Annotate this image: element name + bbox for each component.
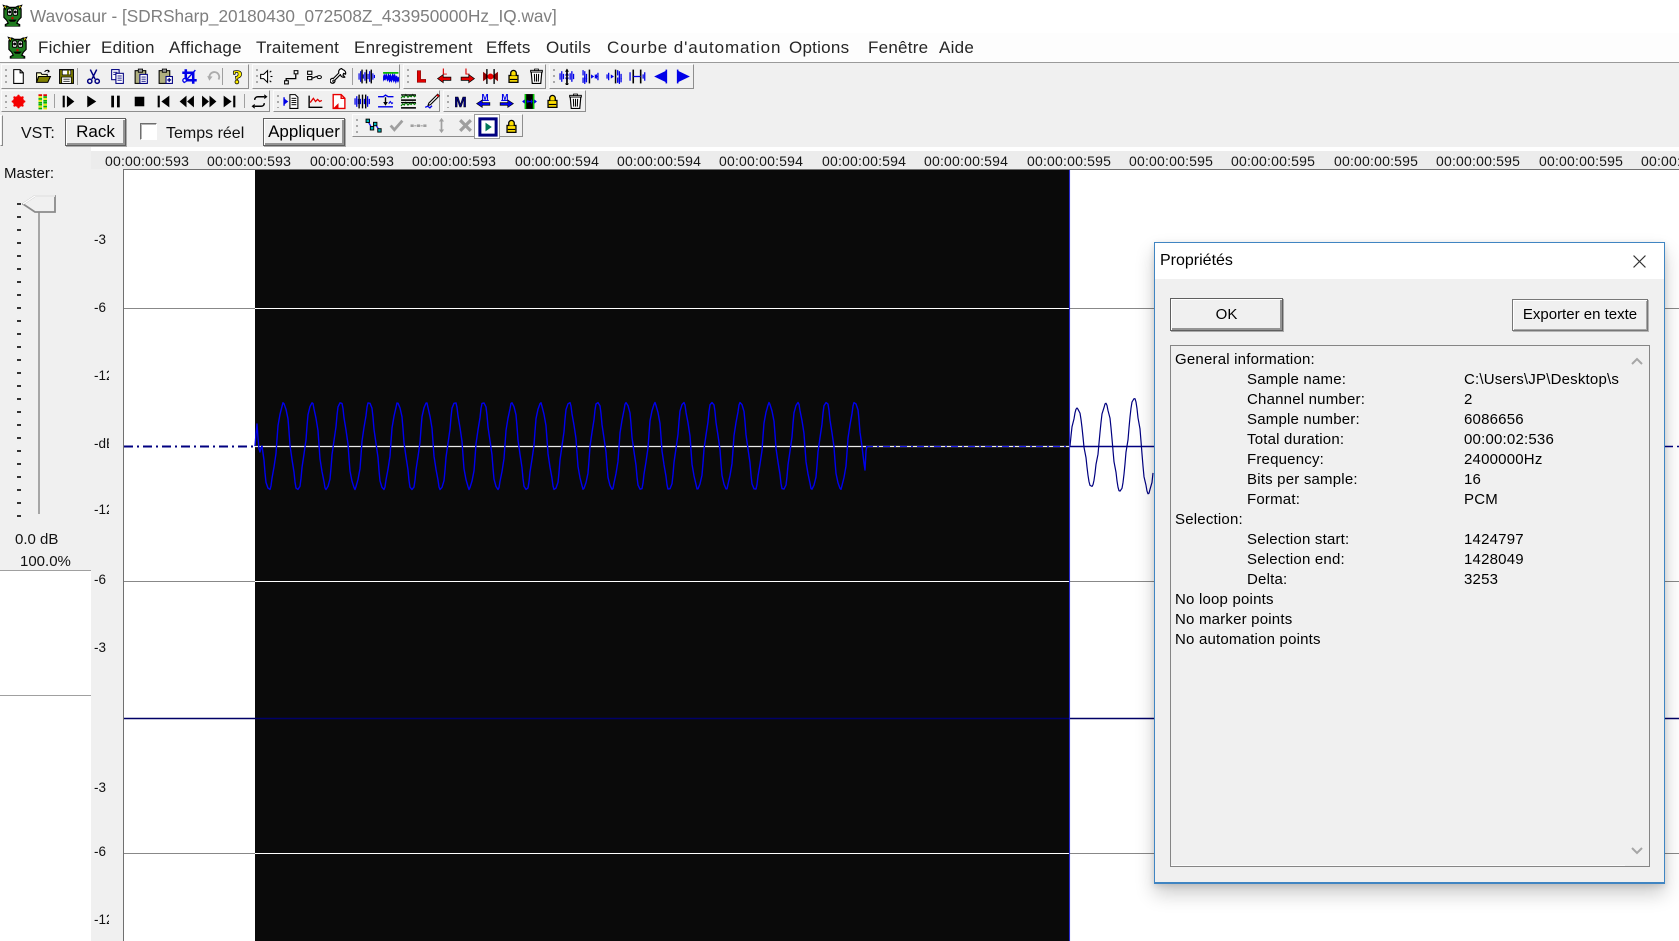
svg-text:?: ? (233, 68, 243, 85)
svg-text:M: M (454, 95, 466, 110)
